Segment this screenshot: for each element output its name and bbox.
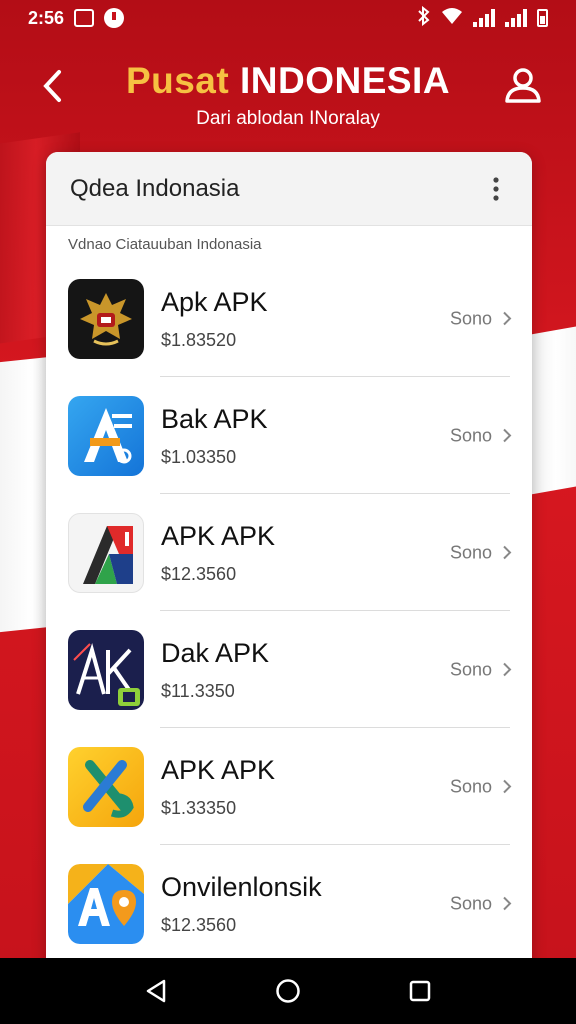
app-price: $1.03350: [161, 446, 237, 467]
app-meta: Sono: [449, 542, 492, 562]
app-price: $1.33350: [161, 797, 237, 818]
chevron-right-icon: [503, 311, 512, 326]
gallery-notification-icon: [74, 9, 95, 27]
list-item[interactable]: APK APK $1.33350 Sono: [46, 728, 532, 845]
circle-home-icon: [276, 979, 300, 1003]
app-meta: Sono: [449, 425, 492, 445]
app-price: $11.3350: [161, 680, 235, 701]
chevron-right-icon: [503, 545, 512, 560]
garuda-emblem-icon: [68, 278, 144, 359]
chevron-right-icon: [503, 662, 512, 677]
x-arrow-icon: [68, 746, 144, 827]
user-icon: [505, 68, 541, 103]
title-part-1: Pusat: [125, 60, 230, 101]
app-price: $12.3560: [161, 563, 237, 584]
app-meta: Sono: [449, 893, 492, 913]
chevron-right-icon: [503, 428, 512, 443]
wifi-icon: [441, 7, 463, 30]
square-recents-icon: [409, 980, 431, 1002]
card-title: Qdea Indonasia: [70, 174, 240, 202]
app-meta: Sono: [449, 659, 492, 679]
ap-map-icon: [68, 863, 144, 944]
page-title: Pusat INDONESIA: [0, 60, 576, 102]
ak-icon: [68, 629, 144, 710]
list-item[interactable]: APK APK $12.3560 Sono: [46, 494, 532, 611]
list-item[interactable]: Bak APK $1.03350 Sono: [46, 377, 532, 494]
nav-back-button[interactable]: [136, 971, 176, 1011]
app-meta: Sono: [449, 776, 492, 796]
bluetooth-icon: [417, 5, 431, 31]
card-header: Qdea Indonasia: [46, 152, 532, 226]
a-tools-icon: [68, 395, 144, 476]
alert-notification-icon: [104, 8, 125, 28]
a-red-icon: [68, 512, 144, 593]
title-part-2: INDONESIA: [239, 60, 451, 101]
system-navigation-bar: [0, 958, 576, 1024]
profile-button[interactable]: [502, 64, 544, 106]
app-list: Apk APK $1.83520 Sono Bak APK $1.03350 S…: [46, 260, 532, 962]
signal-icon: [473, 9, 495, 27]
chevron-right-icon: [503, 779, 512, 794]
app-price: $12.3560: [161, 914, 237, 935]
more-vertical-icon: [493, 176, 499, 201]
list-item[interactable]: Dak APK $11.3350 Sono: [46, 611, 532, 728]
list-item[interactable]: Apk APK $1.83520 Sono: [46, 260, 532, 377]
triangle-back-icon: [146, 979, 166, 1003]
status-bar: 2:56: [0, 0, 576, 36]
list-item[interactable]: Onvilenlonsik $12.3560 Sono: [46, 845, 532, 962]
more-options-button[interactable]: [484, 174, 508, 204]
signal-icon-2: [505, 9, 527, 27]
app-price: $1.83520: [161, 329, 237, 350]
app-header: Pusat INDONESIA Dari ablodan INoralay: [0, 50, 576, 140]
page-subtitle: Dari ablodan INoralay: [196, 108, 380, 129]
chevron-right-icon: [503, 896, 512, 911]
battery-icon: [537, 9, 548, 27]
nav-recents-button[interactable]: [400, 971, 440, 1011]
status-time: 2:56: [28, 7, 65, 28]
app-meta: Sono: [449, 308, 492, 328]
app-list-card: Qdea Indonasia Vdnao Ciatauuban Indonasi…: [46, 152, 532, 972]
nav-home-button[interactable]: [268, 971, 308, 1011]
section-label: Vdnao Ciatauuban Indonasia: [68, 236, 262, 253]
